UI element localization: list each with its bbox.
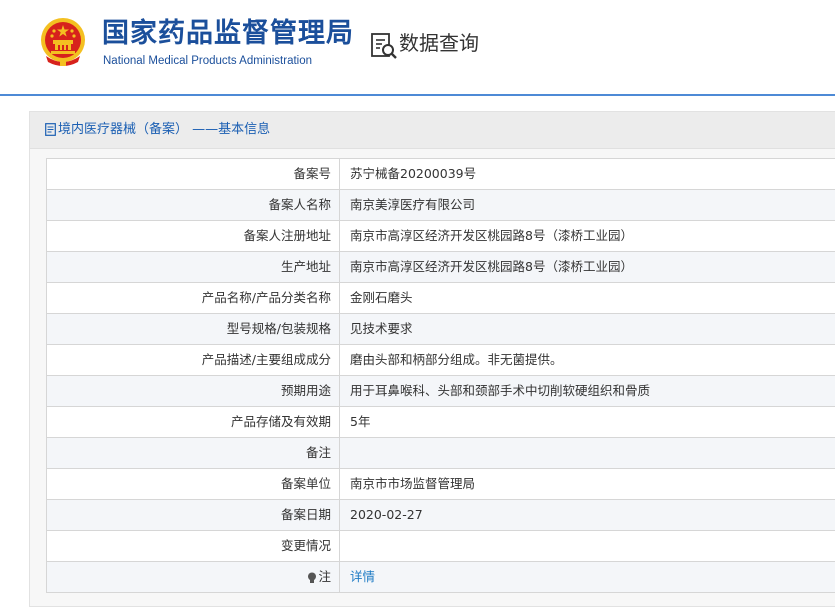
table-row: 备注 xyxy=(47,438,835,469)
table-row: 预期用途 用于耳鼻喉科、头部和颈部手术中切削软硬组织和骨质 xyxy=(47,376,835,407)
site-header: 国家药品监督管理局 National Medical Products Admi… xyxy=(0,0,835,94)
site-title-cn: 国家药品监督管理局 xyxy=(102,16,354,52)
panel-title: 境内医疗器械（备案） ——基本信息 xyxy=(58,121,270,139)
row-value: 南京市高淳区经济开发区桃园路8号（漆桥工业园） xyxy=(340,221,835,252)
row-value: 见技术要求 xyxy=(340,314,835,345)
table-row: 产品存储及有效期 5年 xyxy=(47,407,835,438)
row-label: 备案人名称 xyxy=(47,190,340,221)
detail-link[interactable]: 详情 xyxy=(350,569,375,584)
row-label: 备案日期 xyxy=(47,500,340,531)
national-emblem-icon xyxy=(38,16,88,68)
table-row: 备案单位 南京市市场监督管理局 xyxy=(47,469,835,500)
row-value: 南京市市场监督管理局 xyxy=(340,469,835,500)
table-row: 备案人注册地址 南京市高淳区经济开发区桃园路8号（漆桥工业园） xyxy=(47,221,835,252)
table-row: 备案日期 2020-02-27 xyxy=(47,500,835,531)
row-value: 2020-02-27 xyxy=(340,500,835,531)
row-label: 产品存储及有效期 xyxy=(47,407,340,438)
row-value xyxy=(340,531,835,562)
row-label: 变更情况 xyxy=(47,531,340,562)
note-label-cell: 注 xyxy=(47,562,340,593)
data-query-link[interactable]: 数据查询 xyxy=(399,28,479,58)
row-label: 备注 xyxy=(47,438,340,469)
row-label: 备案人注册地址 xyxy=(47,221,340,252)
row-value: 金刚石磨头 xyxy=(340,283,835,314)
row-label: 产品描述/主要组成成分 xyxy=(47,345,340,376)
row-label: 备案号 xyxy=(47,159,340,190)
lightbulb-icon xyxy=(307,572,317,584)
document-icon xyxy=(45,123,56,136)
row-label: 型号规格/包装规格 xyxy=(47,314,340,345)
row-label: 产品名称/产品分类名称 xyxy=(47,283,340,314)
site-title-en: National Medical Products Administration xyxy=(103,53,312,69)
row-value: 南京市高淳区经济开发区桃园路8号（漆桥工业园） xyxy=(340,252,835,283)
document-search-icon[interactable] xyxy=(370,32,398,60)
row-value: 5年 xyxy=(340,407,835,438)
record-info-table: 备案号 苏宁械备20200039号 备案人名称 南京美淳医疗有限公司 备案人注册… xyxy=(46,158,835,593)
table-row: 产品描述/主要组成成分 磨由头部和柄部分组成。非无菌提供。 xyxy=(47,345,835,376)
row-value: 苏宁械备20200039号 xyxy=(340,159,835,190)
panel-header: 境内医疗器械（备案） ——基本信息 xyxy=(30,112,835,149)
table-row: 产品名称/产品分类名称 金刚石磨头 xyxy=(47,283,835,314)
row-label: 备案单位 xyxy=(47,469,340,500)
row-value: 磨由头部和柄部分组成。非无菌提供。 xyxy=(340,345,835,376)
info-panel: 境内医疗器械（备案） ——基本信息 备案号 苏宁械备20200039号 备案人名… xyxy=(29,111,835,607)
table-row: 备案人名称 南京美淳医疗有限公司 xyxy=(47,190,835,221)
row-label: 预期用途 xyxy=(47,376,340,407)
row-value xyxy=(340,438,835,469)
note-label: 注 xyxy=(318,569,331,584)
header-divider xyxy=(0,94,835,96)
row-value: 南京美淳医疗有限公司 xyxy=(340,190,835,221)
table-row: 生产地址 南京市高淳区经济开发区桃园路8号（漆桥工业园） xyxy=(47,252,835,283)
table-row-note: 注 详情 xyxy=(47,562,835,593)
row-label: 生产地址 xyxy=(47,252,340,283)
table-row: 备案号 苏宁械备20200039号 xyxy=(47,159,835,190)
table-row: 变更情况 xyxy=(47,531,835,562)
table-row: 型号规格/包装规格 见技术要求 xyxy=(47,314,835,345)
row-value: 用于耳鼻喉科、头部和颈部手术中切削软硬组织和骨质 xyxy=(340,376,835,407)
note-value-cell: 详情 xyxy=(340,562,835,593)
